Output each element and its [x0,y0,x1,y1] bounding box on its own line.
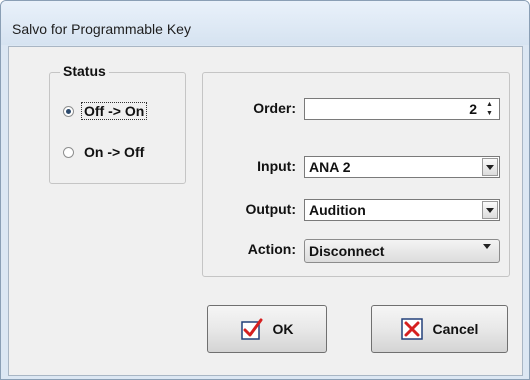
cancel-label: Cancel [432,321,479,337]
chevron-down-icon[interactable] [482,201,498,219]
title-bar[interactable]: Salvo for Programmable Key [1,1,529,45]
chevron-down-icon [483,244,491,267]
radio-on-to-off[interactable]: On -> Off [63,144,146,160]
order-spinner[interactable]: ▲ ▼ [481,100,498,118]
input-value: ANA 2 [309,159,351,175]
spin-up-icon[interactable]: ▲ [481,100,498,109]
dialog-body: Status Off -> On On -> Off Order: 2 ▲ ▼ … [8,46,523,376]
x-icon [400,318,423,340]
dialog-window: Salvo for Programmable Key Status Off ->… [0,0,530,380]
output-select[interactable]: Audition [304,199,500,221]
action-dropdown[interactable]: Disconnect [304,239,500,266]
radio-circle[interactable] [63,146,74,158]
window-title: Salvo for Programmable Key [12,21,191,37]
chevron-down-icon[interactable] [482,158,498,176]
cancel-button[interactable]: Cancel [371,305,508,353]
radio-circle-selected[interactable] [63,105,74,117]
order-spin-input[interactable]: 2 ▲ ▼ [304,98,500,120]
order-value: 2 [469,101,477,117]
radio-off-to-on[interactable]: Off -> On [63,102,148,120]
output-label: Output: [245,201,296,217]
input-label: Input: [257,158,296,174]
action-value: Disconnect [309,243,385,259]
ok-label: OK [272,321,294,337]
spin-down-icon[interactable]: ▼ [481,109,498,118]
radio-label-on-to-off: On -> Off [84,144,145,160]
input-select[interactable]: ANA 2 [304,156,500,178]
salvo-fields-panel: Order: 2 ▲ ▼ Input: ANA 2 Output: Auditi… [202,72,510,277]
output-value: Audition [309,202,366,218]
checkmark-icon [240,318,262,340]
order-label: Order: [253,100,296,116]
radio-label-off-to-on: Off -> On [80,102,148,120]
status-group-title: Status [60,63,109,79]
ok-button[interactable]: OK [207,305,327,353]
status-group: Status Off -> On On -> Off [49,63,186,184]
action-label: Action: [247,241,296,257]
